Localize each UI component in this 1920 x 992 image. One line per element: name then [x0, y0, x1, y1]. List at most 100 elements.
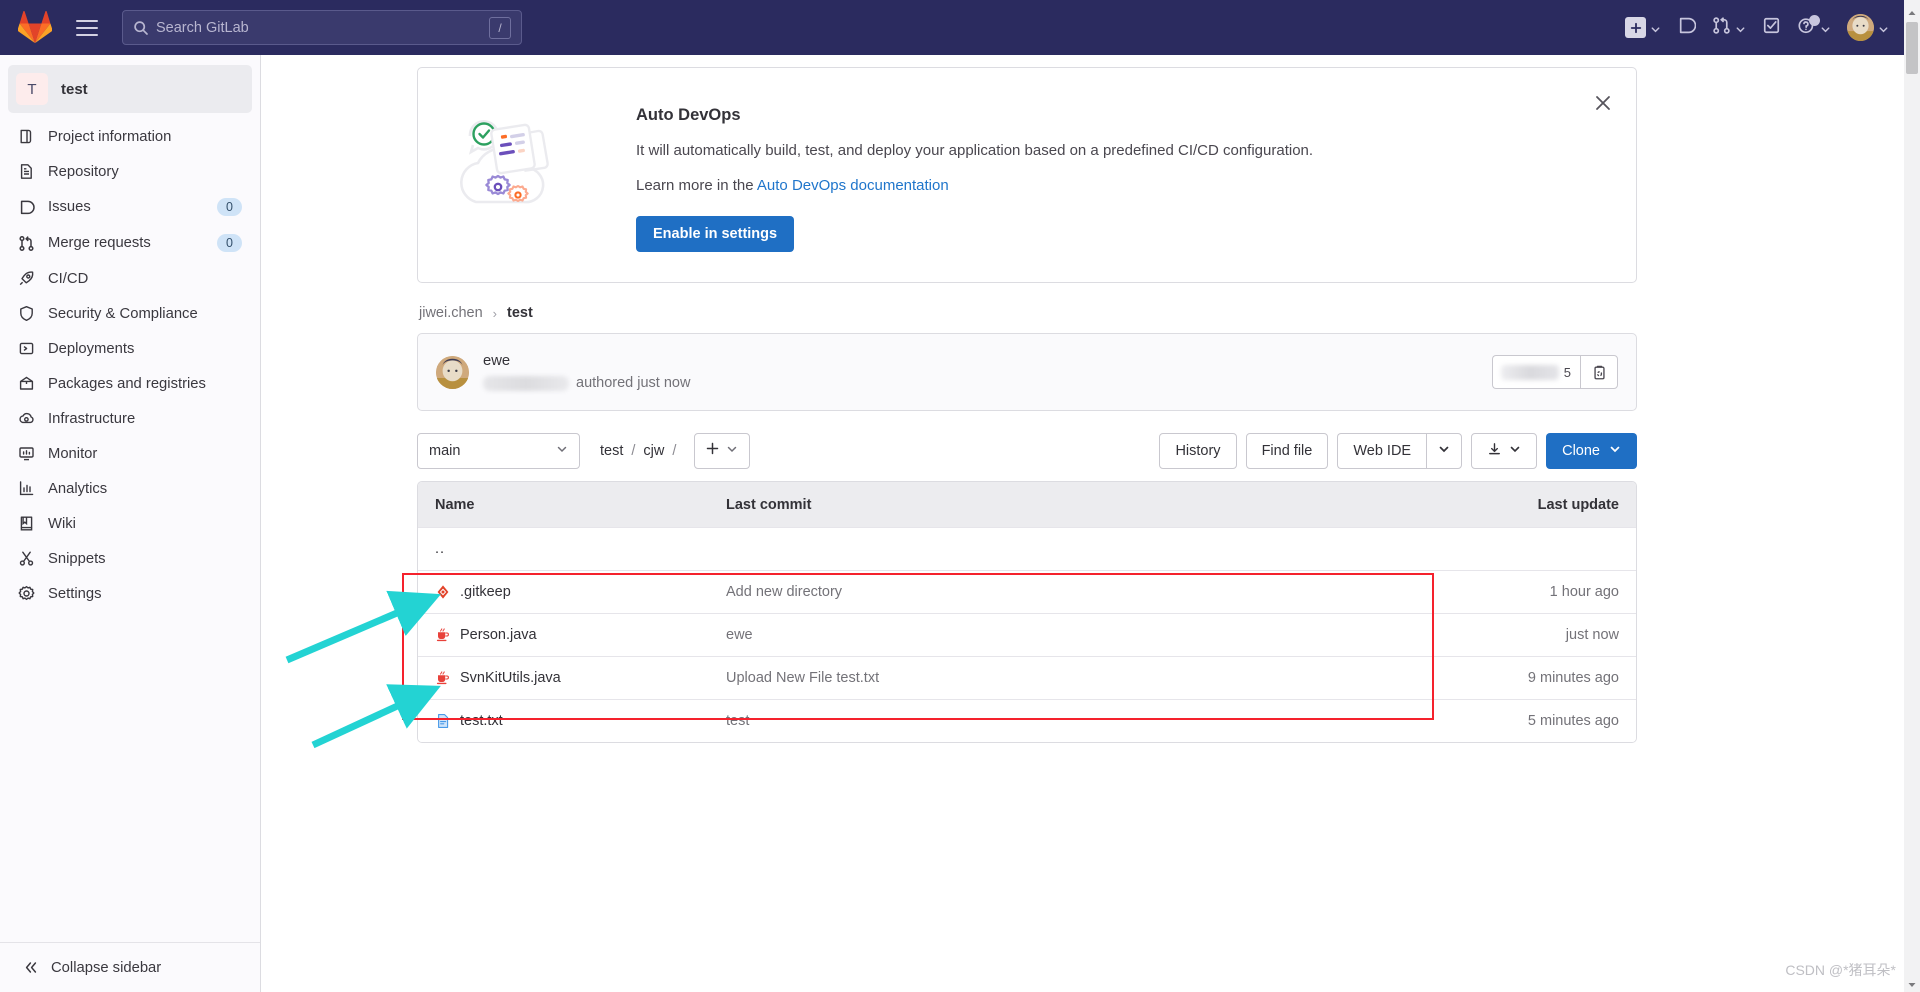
history-button[interactable]: History	[1159, 433, 1236, 469]
web-ide-dropdown-toggle[interactable]	[1426, 433, 1462, 469]
table-row[interactable]: Person.java ewe just now	[418, 613, 1636, 656]
breadcrumb-project[interactable]: test	[507, 305, 533, 321]
file-name[interactable]: Person.java	[460, 627, 537, 643]
hamburger-menu-icon[interactable]	[70, 11, 104, 45]
sidebar-item-snippets[interactable]: Snippets	[8, 541, 252, 576]
banner-description: It will automatically build, test, and d…	[636, 142, 1610, 159]
web-ide-button[interactable]: Web IDE	[1337, 433, 1426, 469]
issues-button[interactable]	[1670, 10, 1703, 46]
column-header-name: Name	[418, 497, 726, 513]
scrollbar-thumb[interactable]	[1906, 22, 1918, 74]
project-avatar: T	[16, 73, 48, 105]
gear-icon	[18, 585, 35, 602]
sidebar-item-analytics[interactable]: Analytics	[8, 471, 252, 506]
project-name: test	[61, 81, 88, 98]
sidebar-project-header[interactable]: T test	[8, 65, 252, 113]
merge-requests-button[interactable]	[1705, 10, 1753, 46]
scroll-down-arrow-icon[interactable]	[1907, 977, 1917, 987]
add-to-repository-button[interactable]	[694, 433, 750, 469]
file-last-update: 9 minutes ago	[1446, 670, 1636, 686]
file-last-commit[interactable]: test	[726, 713, 1446, 729]
parent-directory-link[interactable]: ..	[435, 541, 445, 557]
sidebar-item-settings[interactable]: Settings	[8, 576, 252, 611]
commit-sha[interactable]: 5	[1492, 355, 1580, 389]
banner-learn-prefix: Learn more in the	[636, 177, 757, 194]
commit-sha-group: 5	[1492, 355, 1618, 389]
document-icon	[18, 163, 35, 180]
sidebar-item-security-compliance[interactable]: Security & Compliance	[8, 296, 252, 331]
file-last-commit[interactable]: ewe	[726, 627, 1446, 643]
chevron-down-icon	[1735, 22, 1746, 33]
table-row[interactable]: test.txt test 5 minutes ago	[418, 699, 1636, 742]
chart-icon	[18, 480, 35, 497]
avatar	[1847, 14, 1874, 41]
chevron-down-icon	[556, 443, 568, 459]
enable-in-settings-button[interactable]: Enable in settings	[636, 216, 794, 252]
banner-learn-more: Learn more in the Auto DevOps documentat…	[636, 177, 1610, 194]
shield-icon	[18, 305, 35, 322]
sidebar-item-label: Deployments	[48, 341, 242, 357]
sidebar-item-project-information[interactable]: Project information	[8, 119, 252, 154]
table-header-row: Name Last commit Last update	[418, 482, 1636, 527]
merge-request-icon	[1712, 16, 1731, 40]
file-last-update: just now	[1446, 627, 1636, 643]
help-button[interactable]	[1790, 10, 1838, 46]
collapse-sidebar-button[interactable]: Collapse sidebar	[0, 942, 260, 992]
breadcrumb-owner[interactable]: jiwei.chen	[419, 305, 483, 321]
vertical-scrollbar[interactable]	[1904, 0, 1920, 992]
sidebar-item-deployments[interactable]: Deployments	[8, 331, 252, 366]
collapse-sidebar-label: Collapse sidebar	[51, 960, 161, 976]
commit-message[interactable]: ewe	[483, 353, 1492, 369]
auto-devops-documentation-link[interactable]: Auto DevOps documentation	[757, 177, 949, 194]
issues-icon	[18, 199, 35, 216]
file-last-commit[interactable]: Add new directory	[726, 584, 1446, 600]
content-column: Auto DevOps It will automatically build,…	[417, 55, 1637, 743]
clone-button[interactable]: Clone	[1546, 433, 1637, 469]
path-separator: /	[631, 443, 635, 459]
commit-meta: authored just now	[483, 375, 1492, 391]
sidebar-item-infrastructure[interactable]: Infrastructure	[8, 401, 252, 436]
file-name[interactable]: SvnKitUtils.java	[460, 670, 561, 686]
scroll-up-arrow-icon[interactable]	[1907, 5, 1917, 15]
sidebar-item-repository[interactable]: Repository	[8, 154, 252, 189]
search-shortcut-badge: /	[489, 17, 511, 39]
todo-check-icon	[1762, 16, 1781, 40]
path-segment-root[interactable]: test	[600, 443, 623, 459]
create-new-menu[interactable]	[1618, 11, 1668, 44]
sidebar-item-label: Issues	[48, 199, 204, 215]
sidebar-item-monitor[interactable]: Monitor	[8, 436, 252, 471]
table-row-parent-directory[interactable]: ..	[418, 527, 1636, 570]
web-ide-split-button: Web IDE	[1337, 433, 1462, 469]
download-source-code-button[interactable]	[1471, 433, 1537, 469]
chevron-down-icon	[1650, 22, 1661, 33]
table-row[interactable]: SvnKitUtils.java Upload New File test.tx…	[418, 656, 1636, 699]
repository-toolbar: main test / cjw /	[417, 411, 1637, 481]
column-header-last-update: Last update	[1446, 497, 1636, 513]
copy-to-clipboard-icon[interactable]	[1580, 355, 1618, 389]
project-info-icon	[18, 128, 35, 145]
gitlab-logo[interactable]	[18, 11, 52, 45]
branch-name: main	[429, 443, 460, 459]
table-row[interactable]: .gitkeep Add new directory 1 hour ago	[418, 570, 1636, 613]
sidebar-item-wiki[interactable]: Wiki	[8, 506, 252, 541]
todos-button[interactable]	[1755, 10, 1788, 46]
search-input[interactable]: Search GitLab /	[122, 10, 522, 45]
file-name[interactable]: test.txt	[460, 713, 503, 729]
path-segment-current[interactable]: cjw	[643, 443, 664, 459]
file-last-commit[interactable]: Upload New File test.txt	[726, 670, 1446, 686]
top-nav-actions	[1618, 8, 1896, 47]
file-list-table: Name Last commit Last update .. .gitkeep	[417, 481, 1637, 743]
sidebar-item-packages-and-registries[interactable]: Packages and registries	[8, 366, 252, 401]
sidebar-item-label: Project information	[48, 129, 242, 145]
user-menu[interactable]	[1840, 8, 1896, 47]
rocket-icon	[18, 270, 35, 287]
avatar	[436, 356, 469, 389]
sidebar-item-cicd[interactable]: CI/CD	[8, 261, 252, 296]
file-name[interactable]: .gitkeep	[460, 584, 511, 600]
branch-selector[interactable]: main	[417, 433, 580, 469]
sidebar-item-merge-requests[interactable]: Merge requests 0	[8, 225, 252, 261]
find-file-button[interactable]: Find file	[1246, 433, 1329, 469]
chevron-down-icon	[1609, 443, 1621, 459]
close-icon[interactable]	[1592, 92, 1614, 114]
sidebar-item-issues[interactable]: Issues 0	[8, 189, 252, 225]
